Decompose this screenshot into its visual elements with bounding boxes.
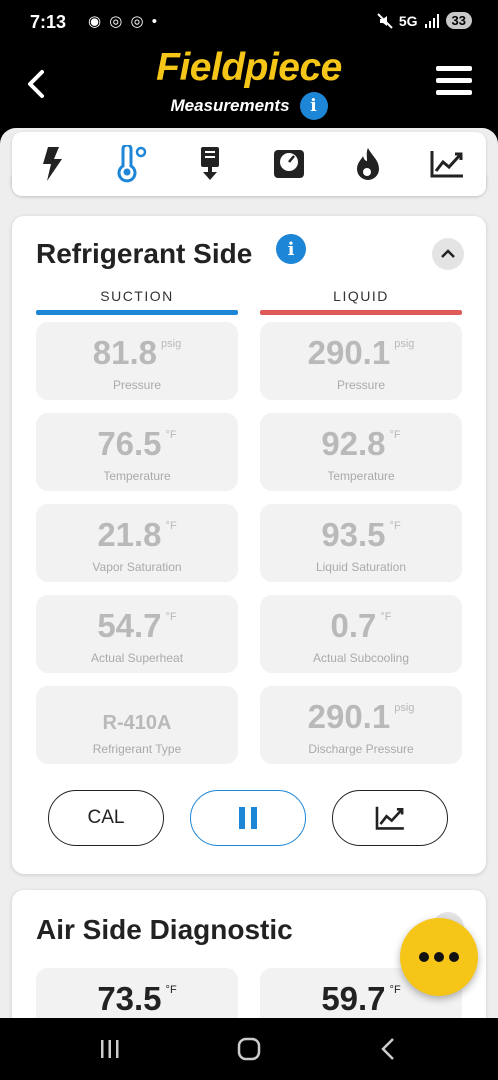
menu-line (436, 90, 472, 95)
thermometer-icon (117, 145, 146, 183)
home-icon (237, 1037, 261, 1061)
cal-button[interactable]: CAL (48, 790, 164, 846)
tile-value: 21.8 °F (97, 516, 177, 553)
system-nav-bar (0, 1018, 498, 1080)
suction-bar (36, 310, 238, 315)
tile-value: 0.7 °F (330, 607, 392, 644)
network-label: 5G (398, 12, 418, 29)
notification-icons: ◉ ◎ ◎ • (88, 13, 160, 30)
flame-icon (356, 148, 379, 180)
mute-icon (377, 12, 393, 29)
tile-value: 81.8 psig (92, 334, 182, 371)
status-right: 5G 33 (377, 12, 472, 29)
dot (449, 952, 459, 962)
chart-icon (375, 806, 404, 830)
chevron-up-icon (441, 249, 455, 258)
back-nav-button[interactable] (368, 1034, 408, 1064)
tile-label: Vapor Saturation (92, 560, 182, 574)
section-title: Air Side Diagnostic (36, 914, 293, 945)
tab-temperature[interactable] (109, 142, 153, 186)
app-header: Fieldpiece Measurements i (0, 46, 498, 128)
tab-graph[interactable] (425, 142, 469, 186)
recent-apps-icon (101, 1040, 119, 1058)
tile-value: 290.1 psig (307, 698, 415, 735)
tile-value: 76.5 °F (97, 425, 177, 462)
liquid-pressure-tile[interactable]: 290.1 psig Pressure (260, 322, 462, 400)
tile-label: Discharge Pressure (308, 742, 414, 756)
liquid-temperature-tile[interactable]: 92.8 °F Temperature (260, 413, 462, 491)
tab-electrical[interactable] (30, 142, 74, 186)
tile-value: 92.8 °F (321, 425, 401, 462)
menu-line (436, 78, 472, 83)
collapse-button[interactable] (432, 238, 464, 270)
gauge-icon (273, 150, 304, 178)
measurement-tabbar (12, 132, 486, 196)
signal-icon (424, 13, 439, 28)
tile-label: Actual Superheat (90, 651, 184, 665)
liquid-bar (260, 310, 462, 315)
suction-header: SUCTION (100, 288, 174, 304)
pause-icon (239, 807, 257, 829)
suction-temperature-tile[interactable]: 76.5 °F Temperature (36, 413, 238, 491)
refrigerant-side-card: Refrigerant Side i SUCTION LIQUID 81.8 ps… (12, 216, 486, 874)
suction-pressure-tile[interactable]: 81.8 psig Pressure (36, 322, 238, 400)
section-title: Refrigerant Side (36, 238, 253, 269)
header-subtitle-row: Measurements i (0, 92, 498, 120)
info-icon[interactable]: i (276, 234, 306, 264)
brand-logo: Fieldpiece (156, 46, 342, 89)
status-bar: 7:13 ◉ ◎ ◎ • 5G 33 (0, 0, 498, 46)
battery-badge: 33 (445, 12, 472, 29)
tab-gauge[interactable] (267, 142, 311, 186)
tile-label: Temperature (327, 469, 395, 483)
tile-label: Liquid Saturation (315, 560, 407, 574)
home-button[interactable] (229, 1034, 269, 1064)
chart-icon (430, 151, 463, 178)
discharge-pressure-tile[interactable]: 290.1 psig Discharge Pressure (260, 686, 462, 764)
tile-value: 290.1 psig (307, 334, 415, 371)
content-area: Refrigerant Side i SUCTION LIQUID 81.8 ps… (0, 128, 498, 1018)
lightning-icon (42, 147, 62, 181)
refrigerant-type-tile[interactable]: R-410A Refrigerant Type (36, 686, 238, 764)
air-tile[interactable]: 73.5 °F (36, 968, 238, 1018)
back-icon (381, 1038, 394, 1060)
tile-label: Refrigerant Type (92, 742, 182, 756)
dot (419, 952, 429, 962)
tile-value: 54.7 °F (97, 607, 177, 644)
menu-button[interactable] (436, 66, 472, 100)
dot (434, 952, 444, 962)
menu-line (436, 66, 472, 71)
page-subtitle: Measurements (170, 96, 290, 115)
action-buttons: CAL (48, 790, 450, 848)
vapor-saturation-tile[interactable]: 21.8 °F Vapor Saturation (36, 504, 238, 582)
graph-button[interactable] (332, 790, 448, 846)
status-time: 7:13 (30, 12, 67, 32)
tile-label: Pressure (112, 378, 162, 392)
info-icon[interactable]: i (299, 92, 328, 120)
tab-probe[interactable] (188, 142, 232, 186)
more-options-button[interactable] (400, 918, 478, 996)
liquid-header: LIQUID (333, 288, 389, 304)
pause-button[interactable] (190, 790, 306, 846)
recent-apps-button[interactable] (90, 1034, 130, 1064)
tab-combustion[interactable] (346, 142, 390, 186)
tile-label: Pressure (336, 378, 386, 392)
actual-superheat-tile[interactable]: 54.7 °F Actual Superheat (36, 595, 238, 673)
tile-label: Temperature (103, 469, 171, 483)
tile-value: 93.5 °F (321, 516, 401, 553)
tile-value: R-410A (102, 712, 172, 734)
actual-subcooling-tile[interactable]: 0.7 °F Actual Subcooling (260, 595, 462, 673)
probe-icon (200, 147, 219, 180)
liquid-saturation-tile[interactable]: 93.5 °F Liquid Saturation (260, 504, 462, 582)
tile-label: Actual Subcooling (312, 651, 410, 665)
tile-value: 73.5 °F (97, 980, 177, 1017)
